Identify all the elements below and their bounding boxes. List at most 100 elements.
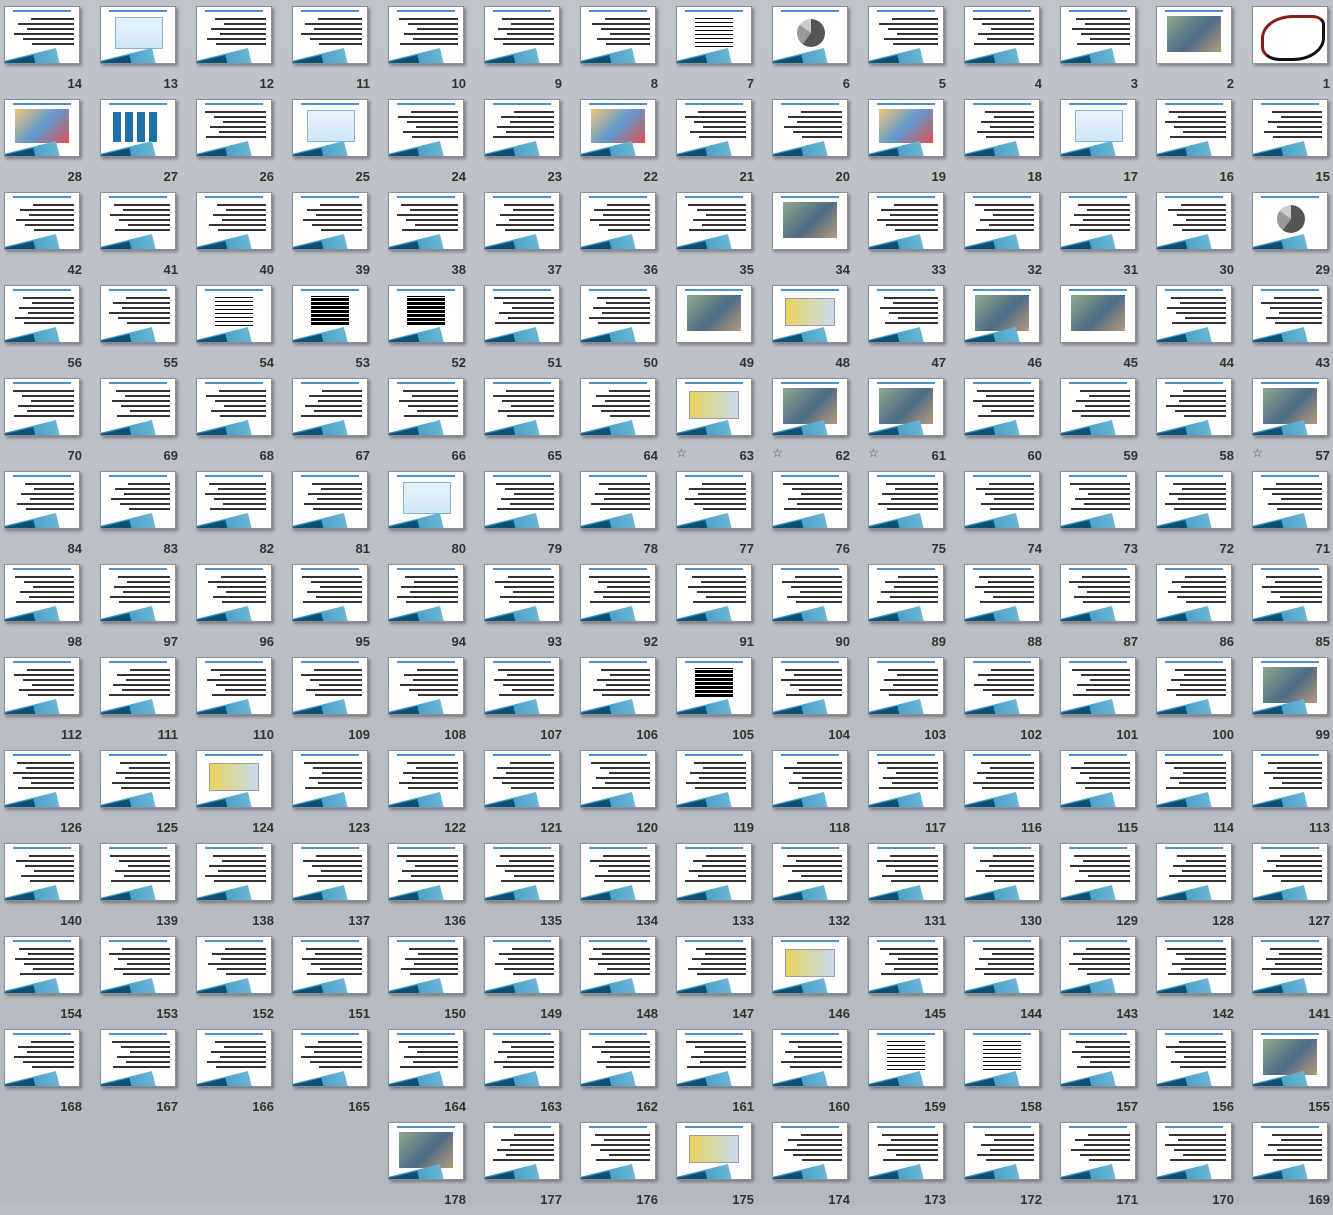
slide-thumbnail-83[interactable]: 83 xyxy=(100,471,196,564)
slide-preview[interactable] xyxy=(484,285,560,343)
slide-thumbnail-176[interactable]: 176 xyxy=(580,1122,676,1215)
slide-thumbnail-118[interactable]: 118 xyxy=(772,750,868,843)
slide-preview[interactable] xyxy=(196,192,272,250)
slide-preview[interactable] xyxy=(964,192,1040,250)
slide-preview[interactable] xyxy=(1156,192,1232,250)
slide-preview[interactable] xyxy=(580,936,656,994)
slide-thumbnail-58[interactable]: 58 xyxy=(1156,378,1252,471)
slide-preview[interactable] xyxy=(1252,99,1328,157)
slide-thumbnail-98[interactable]: 98 xyxy=(4,564,100,657)
slide-preview[interactable] xyxy=(292,936,368,994)
slide-preview[interactable] xyxy=(1252,1122,1328,1180)
slide-preview[interactable] xyxy=(196,657,272,715)
slide-preview[interactable] xyxy=(1060,285,1136,343)
slide-thumbnail-46[interactable]: 46 xyxy=(964,285,1060,378)
slide-preview[interactable] xyxy=(676,843,752,901)
slide-thumbnail-114[interactable]: 114 xyxy=(1156,750,1252,843)
slide-thumbnail-94[interactable]: 94 xyxy=(388,564,484,657)
slide-preview[interactable] xyxy=(1252,285,1328,343)
slide-thumbnail-172[interactable]: 172 xyxy=(964,1122,1060,1215)
slide-thumbnail-113[interactable]: 113 xyxy=(1252,750,1333,843)
slide-thumbnail-89[interactable]: 89 xyxy=(868,564,964,657)
slide-preview[interactable] xyxy=(4,1029,80,1087)
slide-preview[interactable] xyxy=(196,936,272,994)
slide-thumbnail-13[interactable]: 13 xyxy=(100,6,196,99)
slide-preview[interactable] xyxy=(196,378,272,436)
slide-thumbnail-123[interactable]: 123 xyxy=(292,750,388,843)
slide-thumbnail-178[interactable]: 178 xyxy=(388,1122,484,1215)
slide-thumbnail-60[interactable]: 60 xyxy=(964,378,1060,471)
slide-preview[interactable] xyxy=(1156,1122,1232,1180)
slide-thumbnail-157[interactable]: 157 xyxy=(1060,1029,1156,1122)
slide-preview[interactable] xyxy=(868,6,944,64)
slide-thumbnail-25[interactable]: 25 xyxy=(292,99,388,192)
slide-thumbnail-73[interactable]: 73 xyxy=(1060,471,1156,564)
slide-thumbnail-79[interactable]: 79 xyxy=(484,471,580,564)
slide-thumbnail-168[interactable]: 168 xyxy=(4,1029,100,1122)
slide-thumbnail-137[interactable]: 137 xyxy=(292,843,388,936)
slide-preview[interactable] xyxy=(1060,1029,1136,1087)
slide-preview[interactable] xyxy=(868,657,944,715)
slide-preview[interactable] xyxy=(484,936,560,994)
slide-thumbnail-59[interactable]: 59 xyxy=(1060,378,1156,471)
slide-preview[interactable] xyxy=(1252,1029,1328,1087)
slide-preview[interactable] xyxy=(1252,564,1328,622)
slide-preview[interactable] xyxy=(964,378,1040,436)
slide-preview[interactable] xyxy=(1252,750,1328,808)
slide-preview[interactable] xyxy=(484,1029,560,1087)
slide-preview[interactable] xyxy=(100,1029,176,1087)
slide-preview[interactable] xyxy=(676,657,752,715)
slide-preview[interactable] xyxy=(580,192,656,250)
slide-preview[interactable] xyxy=(292,843,368,901)
slide-preview[interactable] xyxy=(772,843,848,901)
slide-preview[interactable] xyxy=(1060,6,1136,64)
slide-thumbnail-50[interactable]: 50 xyxy=(580,285,676,378)
slide-thumbnail-15[interactable]: 15 xyxy=(1252,99,1333,192)
slide-thumbnail-47[interactable]: 47 xyxy=(868,285,964,378)
slide-thumbnail-130[interactable]: 130 xyxy=(964,843,1060,936)
slide-thumbnail-67[interactable]: 67 xyxy=(292,378,388,471)
slide-preview[interactable] xyxy=(4,192,80,250)
slide-thumbnail-105[interactable]: 105 xyxy=(676,657,772,750)
slide-preview[interactable] xyxy=(772,378,848,436)
slide-preview[interactable] xyxy=(1156,471,1232,529)
slide-preview[interactable] xyxy=(1060,1122,1136,1180)
slide-thumbnail-9[interactable]: 9 xyxy=(484,6,580,99)
slide-preview[interactable] xyxy=(964,471,1040,529)
slide-preview[interactable] xyxy=(484,471,560,529)
slide-thumbnail-55[interactable]: 55 xyxy=(100,285,196,378)
slide-thumbnail-44[interactable]: 44 xyxy=(1156,285,1252,378)
slide-thumbnail-61[interactable]: ☆ 61 xyxy=(868,378,964,471)
slide-preview[interactable] xyxy=(388,378,464,436)
slide-thumbnail-33[interactable]: 33 xyxy=(868,192,964,285)
slide-preview[interactable] xyxy=(4,657,80,715)
slide-thumbnail-39[interactable]: 39 xyxy=(292,192,388,285)
slide-thumbnail-62[interactable]: ☆ 62 xyxy=(772,378,868,471)
slide-thumbnail-52[interactable]: 52 xyxy=(388,285,484,378)
slide-preview[interactable] xyxy=(1252,192,1328,250)
slide-thumbnail-68[interactable]: 68 xyxy=(196,378,292,471)
slide-preview[interactable] xyxy=(868,1122,944,1180)
slide-preview[interactable] xyxy=(580,657,656,715)
slide-thumbnail-49[interactable]: 49 xyxy=(676,285,772,378)
slide-preview[interactable] xyxy=(772,1029,848,1087)
slide-thumbnail-129[interactable]: 129 xyxy=(1060,843,1156,936)
slide-thumbnail-133[interactable]: 133 xyxy=(676,843,772,936)
slide-thumbnail-136[interactable]: 136 xyxy=(388,843,484,936)
slide-preview[interactable] xyxy=(964,1122,1040,1180)
slide-thumbnail-122[interactable]: 122 xyxy=(388,750,484,843)
slide-thumbnail-174[interactable]: 174 xyxy=(772,1122,868,1215)
slide-thumbnail-160[interactable]: 160 xyxy=(772,1029,868,1122)
slide-preview[interactable] xyxy=(292,6,368,64)
slide-preview[interactable] xyxy=(580,285,656,343)
slide-preview[interactable] xyxy=(580,1029,656,1087)
slide-thumbnail-128[interactable]: 128 xyxy=(1156,843,1252,936)
slide-thumbnail-56[interactable]: 56 xyxy=(4,285,100,378)
slide-preview[interactable] xyxy=(196,285,272,343)
slide-thumbnail-119[interactable]: 119 xyxy=(676,750,772,843)
slide-thumbnail-57[interactable]: ☆ 57 xyxy=(1252,378,1333,471)
slide-preview[interactable] xyxy=(100,936,176,994)
slide-thumbnail-78[interactable]: 78 xyxy=(580,471,676,564)
slide-preview[interactable] xyxy=(676,192,752,250)
slide-thumbnail-141[interactable]: 141 xyxy=(1252,936,1333,1029)
